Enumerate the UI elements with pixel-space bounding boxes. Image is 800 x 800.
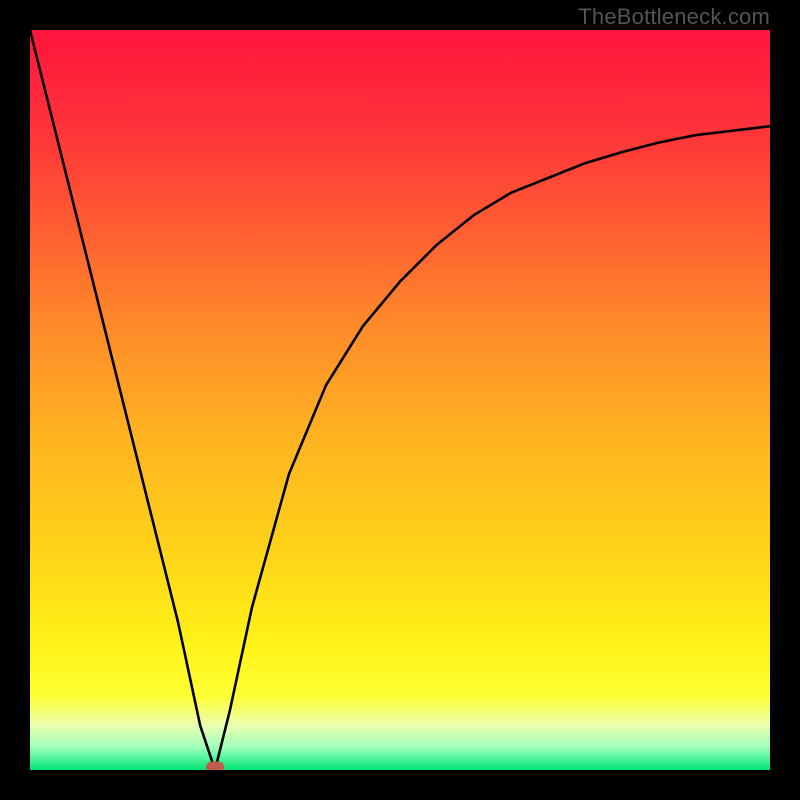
watermark-label: TheBottleneck.com [578,4,770,30]
optimal-point-marker [206,762,224,771]
plot-area [30,30,770,770]
curve-polyline [30,30,770,770]
chart-frame: TheBottleneck.com [0,0,800,800]
bottleneck-curve [30,30,770,770]
